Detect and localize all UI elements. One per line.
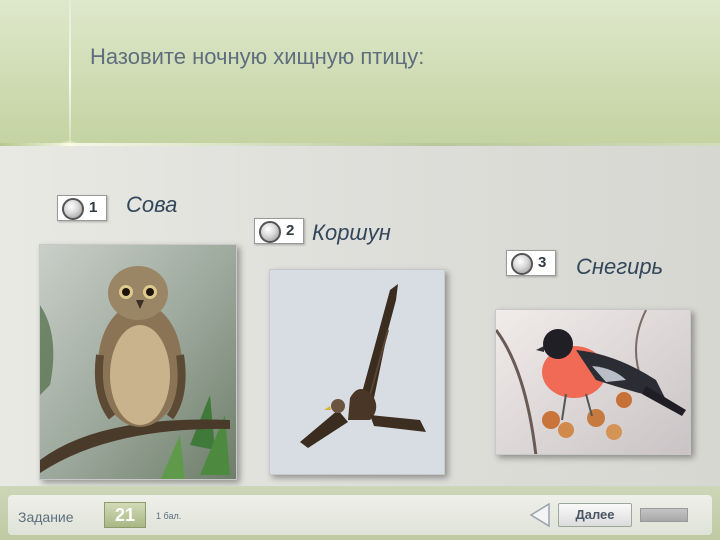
points-label: 1 бал. bbox=[156, 511, 182, 521]
option-1-label: Сова bbox=[126, 192, 178, 217]
option-number: 3 bbox=[538, 254, 547, 271]
task-number-badge: 21 bbox=[104, 502, 146, 528]
option-3-label: Снегирь bbox=[576, 254, 664, 279]
back-arrow-icon[interactable] bbox=[528, 502, 552, 528]
option-2-label: Коршун bbox=[312, 220, 391, 245]
owl-photo[interactable] bbox=[39, 244, 237, 480]
bullfinch-photo[interactable] bbox=[495, 309, 691, 455]
question-title: Назовите ночную хищную птицу: bbox=[90, 44, 425, 69]
kite-photo[interactable] bbox=[269, 269, 445, 475]
inactive-button[interactable] bbox=[640, 508, 688, 522]
option-2-selector[interactable]: 2 bbox=[254, 218, 304, 244]
option-1-selector[interactable]: 1 bbox=[57, 195, 107, 221]
header-banner bbox=[0, 0, 720, 145]
task-label: Задание bbox=[18, 509, 74, 525]
radio-button-icon[interactable] bbox=[511, 253, 533, 275]
radio-button-icon[interactable] bbox=[259, 221, 281, 243]
option-number: 1 bbox=[89, 199, 98, 216]
decorative-vertical-line bbox=[69, 0, 71, 150]
option-3-selector[interactable]: 3 bbox=[506, 250, 556, 276]
next-button[interactable]: Далее bbox=[558, 503, 632, 527]
radio-button-icon[interactable] bbox=[62, 198, 84, 220]
option-number: 2 bbox=[286, 222, 295, 239]
